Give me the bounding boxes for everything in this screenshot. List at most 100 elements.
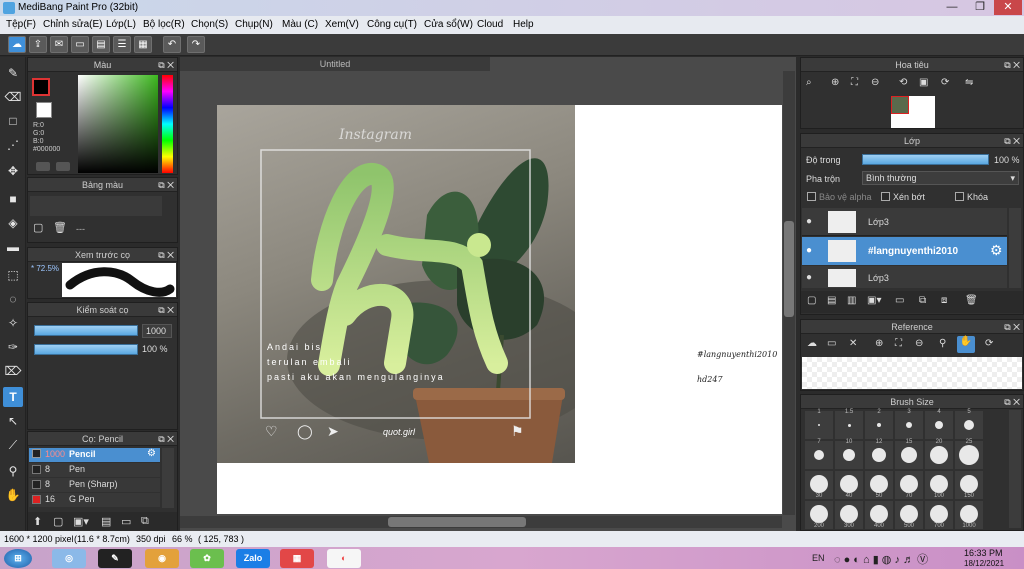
eraser-tool-icon[interactable]: ⌫ [3,87,23,107]
close-button[interactable]: ✕ [994,0,1022,15]
menu-tools[interactable]: Công cụ(T) [367,19,417,30]
visibility-eye-icon[interactable]: ● [806,272,812,283]
protect-alpha-checkbox[interactable]: Bảo vệ alpha [807,192,872,202]
magic-wand-icon[interactable]: ✧ [3,313,23,333]
blend-mode-select[interactable]: Bình thường ▾ [862,171,1019,185]
brush-size-slider[interactable] [34,325,138,336]
panel-close-icon[interactable]: ⧉ ✕ [158,432,174,446]
zoom-out-icon[interactable]: ⊖ [915,338,923,349]
brush-size-cell[interactable]: 200 [805,501,833,529]
brush-size-cell[interactable]: 150 [955,471,983,499]
clock-time[interactable]: 16:33 PM [964,548,1003,558]
brush-size-cell[interactable]: 5 [955,409,983,439]
tray-icons[interactable]: ◌ ● ◐ ⌂ ▮ ◍ ♪ ♬ Ⓥ [834,551,928,567]
layer-row-selected[interactable]: ● #langnuyenthi2010 ⚙ [802,237,1007,265]
palette-area[interactable] [30,196,162,216]
hand-icon[interactable]: ✋ [957,336,975,353]
brush-size-cell[interactable]: 10 [835,439,863,469]
menu-capture[interactable]: Chụp(N) [235,19,273,30]
coccoc-icon[interactable]: ✿ [190,549,224,568]
note-icon[interactable]: ▭ [71,36,89,53]
visibility-eye-icon[interactable]: ● [806,216,812,227]
close-icon[interactable]: ✕ [849,338,857,349]
fit-window-icon[interactable]: ⛶ [895,338,902,349]
brush-size-value[interactable]: 1000 [142,324,172,338]
menu-layer[interactable]: Lớp(L) [106,19,136,30]
cloud-icon[interactable]: ☁ [807,338,817,349]
select-pen-icon[interactable]: ✑ [3,337,23,357]
gradient-tool-icon[interactable]: ▬ [3,237,23,257]
brush-opacity-slider[interactable] [34,344,138,355]
brush-item-pencil[interactable]: 1000 Pencil ⚙ [29,448,160,462]
layer-row[interactable]: ● Lớp3 [802,208,1007,236]
app-red-icon[interactable]: ▦ [280,549,314,568]
menu-view[interactable]: Xem(V) [325,19,359,30]
start-button[interactable]: ⊞ [4,549,32,568]
zoom-out-icon[interactable]: ⊖ [871,77,879,88]
text-tool-icon[interactable]: T [3,387,23,407]
brush-menu-icon[interactable]: ▣▾ [73,515,89,528]
brush-size-cell[interactable]: 500 [895,501,923,529]
paint-app-icon[interactable]: ◐ [327,549,361,568]
dotted-pen-icon[interactable]: ⋰ [3,135,23,155]
brush-duplicate-icon[interactable]: ⧉ [141,515,149,528]
panel-close-icon[interactable]: ⧉ ✕ [1004,58,1020,72]
brush-size-cell[interactable]: 3 [895,409,923,439]
color-mode-button[interactable] [36,162,50,171]
panel-close-icon[interactable]: ⧉ ✕ [158,58,174,72]
menu-cloud[interactable]: Cloud [477,19,503,30]
brush-size-cell[interactable]: 300 [835,501,863,529]
zoom-in-icon[interactable]: ⊕ [831,77,839,88]
comment-icon[interactable]: ✉ [50,36,68,53]
vertical-scroll-thumb[interactable] [784,221,794,317]
zoom-in-icon[interactable]: ⊕ [875,338,883,349]
folder-icon[interactable]: ▭ [895,295,904,306]
delete-palette-icon[interactable]: 🗑 [53,221,67,235]
gear-icon[interactable]: ⚙ [990,242,1003,259]
move-tool-icon[interactable]: ✥ [3,161,23,181]
navigator-viewport[interactable] [891,96,909,114]
brush-list-scrollbar[interactable] [162,448,174,508]
brush-size-cell[interactable]: 30 [805,471,833,499]
brush-size-scrollbar[interactable] [1009,410,1021,528]
visibility-eye-icon[interactable]: ● [806,245,812,256]
list-icon[interactable]: ☰ [113,36,131,53]
panel-close-icon[interactable]: ⧉ ✕ [1004,395,1020,409]
menu-filter[interactable]: Bộ lọc(R) [143,19,185,30]
brush-size-cell[interactable]: 4 [925,409,953,439]
menu-color[interactable]: Màu (C) [282,19,318,30]
layer-row[interactable]: ● Lớp3 [802,266,1007,288]
zoom-search-icon[interactable]: ⌕ [806,77,812,88]
brush-item-g-pen[interactable]: 16 G Pen [29,493,160,507]
brush-item-pen[interactable]: 8 Pen [29,463,160,477]
color-add-button[interactable] [56,162,70,171]
grid-icon[interactable]: ▦ [134,36,152,53]
divide-tool-icon[interactable]: ⟋ [3,435,23,455]
menu-select[interactable]: Chọn(S) [191,19,228,30]
brush-size-cell[interactable]: 12 [865,439,893,469]
saturation-picker[interactable] [78,75,158,173]
rotate-left-icon[interactable]: ⟲ [899,77,907,88]
bucket-tool-icon[interactable]: ◈ [3,213,23,233]
brush-tool-icon[interactable]: ✎ [3,63,23,83]
upload-icon[interactable]: ⇪ [29,36,47,53]
new-brush-icon[interactable]: ▢ [53,515,63,528]
brush-size-cell[interactable]: 7 [805,439,833,469]
brush-size-cell[interactable]: 1000 [955,501,983,529]
cloud-icon[interactable]: ☁ [8,36,26,53]
layers-scrollbar[interactable] [1009,208,1021,288]
canvas-vertical-scrollbar[interactable] [783,71,795,515]
brush-item-pen-sharp[interactable]: 8 Pen (Sharp) [29,478,160,492]
reference-canvas[interactable] [802,357,1022,389]
brush-size-cell[interactable]: 2 [865,409,893,439]
menu-help[interactable]: Help [513,19,534,30]
document-tab[interactable]: Untitled [180,57,490,71]
ie-icon[interactable]: ◎ [52,549,86,568]
panel-close-icon[interactable]: ⧉ ✕ [1004,320,1020,334]
horizontal-scroll-thumb[interactable] [388,517,526,527]
redo-icon[interactable]: ↷ [187,36,205,53]
rectangle-tool-icon[interactable]: □ [3,111,23,131]
rotate-icon[interactable]: ⟳ [985,338,993,349]
maximize-button[interactable]: ❐ [966,0,994,15]
select-rect-icon[interactable]: ⬚ [3,265,23,285]
